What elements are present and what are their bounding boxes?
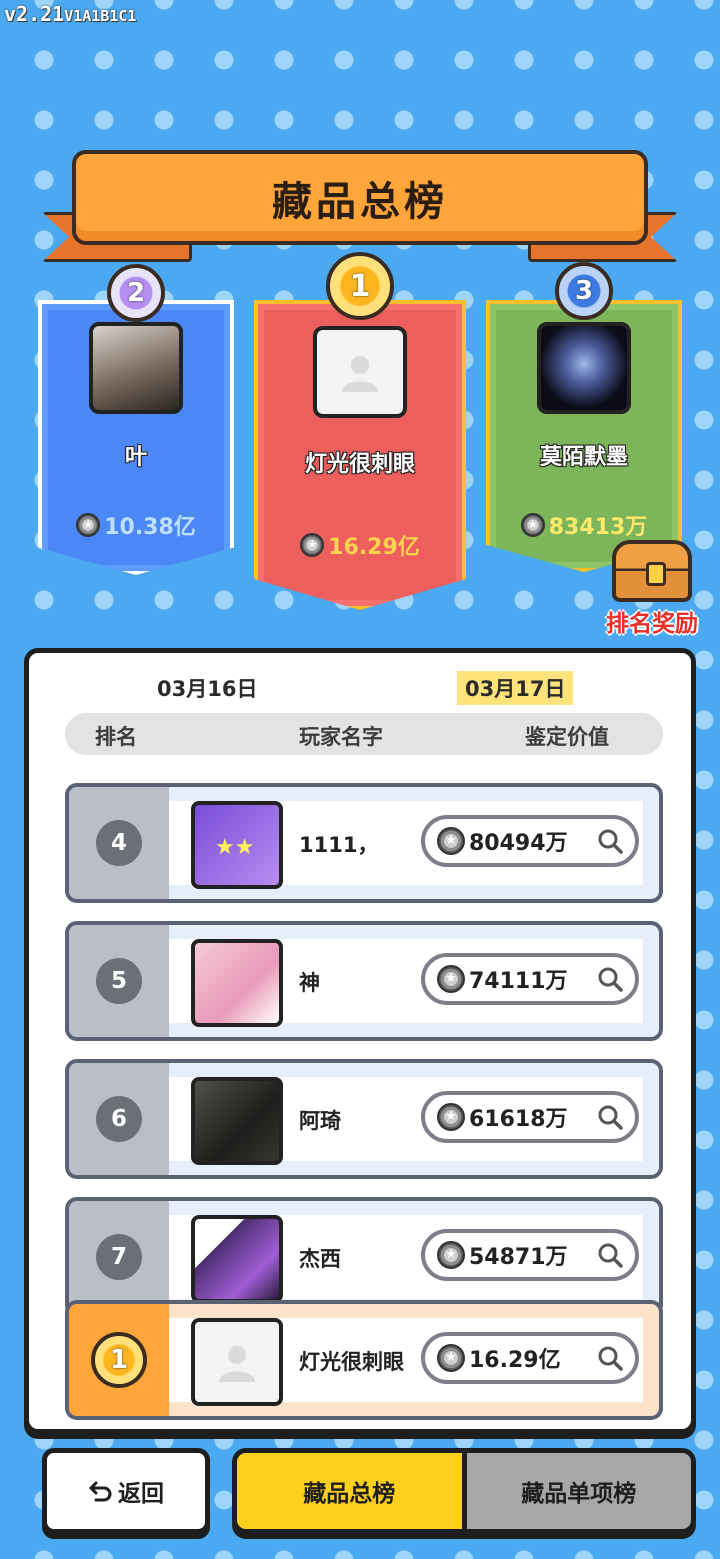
row-content: 神 74111万 <box>169 939 643 1027</box>
column-value: 鉴定价值 <box>525 725 609 749</box>
podium-name: 莫陌默墨 <box>539 445 628 470</box>
table-row[interactable]: 4 1111， 80494万 <box>65 783 663 903</box>
back-button-label: 返回 <box>118 1481 164 1507</box>
coin-icon <box>437 1344 465 1372</box>
rank-badge: 5 <box>96 958 142 1004</box>
treasure-chest-icon <box>612 540 692 602</box>
podium-name: 灯光很刺眼 <box>304 452 415 477</box>
medal-second-icon: 2 <box>107 264 165 322</box>
back-arrow-icon <box>89 1481 112 1502</box>
table-row[interactable]: 5 神 74111万 <box>65 921 663 1041</box>
avatar[interactable] <box>191 801 283 889</box>
avatar[interactable] <box>191 1077 283 1165</box>
leaderboard-tabs: 藏品总榜 藏品单项榜 <box>232 1448 696 1534</box>
rank-cell: 5 <box>69 925 169 1037</box>
podium-value-text: 83413万 <box>548 515 648 540</box>
avatar <box>313 326 407 418</box>
avatar[interactable] <box>191 939 283 1027</box>
ranking-reward-button[interactable]: 排名奖励 <box>596 540 708 638</box>
rank-badge: 7 <box>96 1234 142 1280</box>
my-rank-row[interactable]: 1 灯光很刺眼 16.29亿 <box>65 1300 663 1420</box>
podium-name: 叶 <box>124 445 147 470</box>
row-content: 杰西 54871万 <box>169 1215 643 1303</box>
value-text: 80494万 <box>469 831 568 856</box>
podium-first[interactable]: 灯光很刺眼 16.29亿 <box>254 300 466 610</box>
podium-value: 83413万 <box>490 509 678 541</box>
tab-single-ranking[interactable]: 藏品单项榜 <box>466 1453 691 1529</box>
ranking-reward-label: 排名奖励 <box>606 611 698 637</box>
value-text: 74111万 <box>469 969 568 994</box>
search-icon[interactable] <box>597 828 623 854</box>
search-icon[interactable] <box>597 1104 623 1130</box>
podium-third[interactable]: 莫陌默墨 83413万 <box>486 300 682 572</box>
default-avatar-icon <box>219 1346 255 1382</box>
value-box[interactable]: 74111万 <box>421 953 639 1005</box>
rank-badge: 6 <box>96 1096 142 1142</box>
medal-first-icon: 1 <box>326 252 394 320</box>
date-tab-prev[interactable]: 03月16日 <box>149 671 265 705</box>
column-rank: 排名 <box>95 725 137 749</box>
podium-second[interactable]: 叶 10.38亿 <box>38 300 234 575</box>
medal-first-icon: 1 <box>91 1332 147 1388</box>
column-player: 玩家名字 <box>299 725 383 749</box>
podium-value-text: 16.29亿 <box>328 535 420 560</box>
coin-icon <box>437 1241 465 1269</box>
coin-icon <box>437 827 465 855</box>
row-content: 灯光很刺眼 16.29亿 <box>169 1318 643 1406</box>
rank-cell: 7 <box>69 1201 169 1313</box>
coin-icon <box>300 533 325 557</box>
table-row[interactable]: 7 杰西 54871万 <box>65 1197 663 1317</box>
value-text: 61618万 <box>469 1107 568 1132</box>
title-banner: 藏品总榜 <box>72 150 648 245</box>
coin-icon <box>76 513 101 537</box>
page-title: 藏品总榜 <box>272 178 448 225</box>
value-box[interactable]: 61618万 <box>421 1091 639 1143</box>
avatar[interactable] <box>191 1215 283 1303</box>
default-avatar-icon <box>342 356 378 392</box>
podium-value-text: 10.38亿 <box>104 515 196 540</box>
column-header: 排名 玩家名字 鉴定价值 <box>65 713 663 755</box>
avatar <box>537 322 631 414</box>
search-icon[interactable] <box>597 1242 623 1268</box>
value-text: 54871万 <box>469 1245 568 1270</box>
coin-icon <box>437 965 465 993</box>
table-row[interactable]: 6 阿琦 61618万 <box>65 1059 663 1179</box>
search-icon[interactable] <box>597 966 623 992</box>
rank-cell: 1 <box>69 1304 169 1416</box>
player-name: 神 <box>299 971 320 995</box>
player-name: 灯光很刺眼 <box>299 1350 404 1374</box>
row-content: 阿琦 61618万 <box>169 1077 643 1165</box>
player-name: 1111， <box>299 833 379 857</box>
player-name: 杰西 <box>299 1247 341 1271</box>
medal-third-icon: 3 <box>555 262 613 320</box>
value-box[interactable]: 80494万 <box>421 815 639 867</box>
date-tab-current[interactable]: 03月17日 <box>457 671 574 705</box>
avatar <box>89 322 183 414</box>
value-box[interactable]: 54871万 <box>421 1229 639 1281</box>
coin-icon <box>437 1103 465 1131</box>
back-button[interactable]: 返回 <box>42 1448 210 1534</box>
leaderboard-panel: 03月16日 03月17日 排名 玩家名字 鉴定价值 4 1111， 80494… <box>24 648 696 1434</box>
version-number: v2.21 <box>4 2 65 26</box>
coin-icon <box>520 513 545 537</box>
row-content: 1111， 80494万 <box>169 801 643 889</box>
rank-cell: 4 <box>69 787 169 899</box>
rank-badge: 4 <box>96 820 142 866</box>
podium-value: 10.38亿 <box>42 509 230 541</box>
value-text: 16.29亿 <box>469 1348 561 1373</box>
version-label: v2.21V1A1B1C1 <box>4 2 136 26</box>
build-code: V1A1B1C1 <box>64 7 137 25</box>
avatar[interactable] <box>191 1318 283 1406</box>
search-icon[interactable] <box>597 1345 623 1371</box>
player-name: 阿琦 <box>299 1109 341 1133</box>
value-box[interactable]: 16.29亿 <box>421 1332 639 1384</box>
rank-cell: 6 <box>69 1063 169 1175</box>
podium-value: 16.29亿 <box>258 529 462 561</box>
tab-total-ranking[interactable]: 藏品总榜 <box>237 1453 467 1529</box>
